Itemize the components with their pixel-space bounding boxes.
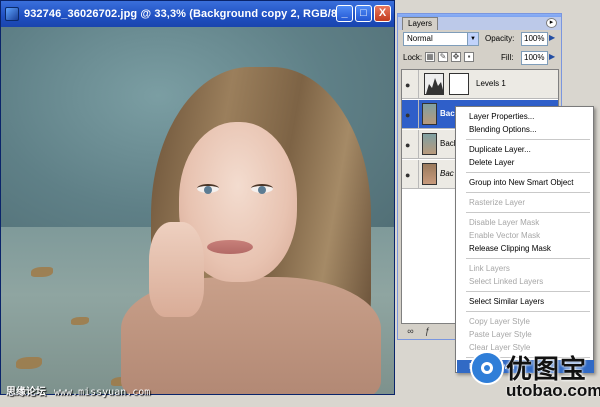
menu-separator xyxy=(466,139,590,140)
blend-mode-select[interactable]: Normal ▼ xyxy=(403,32,479,46)
lock-row: Lock: ▦ ✎ ✥ ▪ Fill: 100% ▶ xyxy=(401,51,559,66)
lock-position-icon[interactable]: ✥ xyxy=(451,52,461,62)
layer-thumbnail xyxy=(422,163,437,185)
lock-all-icon[interactable]: ▪ xyxy=(464,52,474,62)
layer-name: Bac xyxy=(440,109,455,118)
menu-separator xyxy=(466,311,590,312)
menu-item-select-similar-layers[interactable]: Select Similar Layers xyxy=(457,295,594,308)
lock-pixels-icon[interactable]: ✎ xyxy=(438,52,448,62)
screen: 932746_36026702.jpg @ 33,3% (Background … xyxy=(0,0,600,407)
left-watermark-url: www.missyuan.com xyxy=(54,387,151,398)
layer-mask-thumbnail[interactable] xyxy=(449,73,469,95)
opacity-input[interactable]: 100% xyxy=(521,32,548,46)
photo-eye-right xyxy=(251,184,273,194)
menu-separator xyxy=(466,172,590,173)
left-watermark-text: 思缘论坛 xyxy=(6,387,46,398)
window-controls: _ □ X xyxy=(336,5,391,22)
visibility-toggle[interactable]: ● xyxy=(402,100,419,129)
menu-separator xyxy=(466,258,590,259)
tab-layers[interactable]: Layers xyxy=(402,17,439,30)
menu-item-copy-layer-style: Copy Layer Style xyxy=(469,317,530,326)
visibility-toggle[interactable]: ● xyxy=(402,130,419,159)
layer-thumbnail xyxy=(422,103,437,125)
menu-item-blending-options[interactable]: Blending Options... xyxy=(457,123,594,136)
visibility-toggle[interactable]: ● xyxy=(402,70,419,99)
layer-name: Bac xyxy=(440,169,454,178)
fill-input[interactable]: 100% xyxy=(521,51,548,65)
leaf xyxy=(16,357,42,369)
brand-watermark: 优图宝 utobao.com xyxy=(470,347,600,407)
maximize-button[interactable]: □ xyxy=(355,5,372,22)
menu-item-release-clipping-mask[interactable]: Release Clipping Mask xyxy=(457,242,594,255)
menu-separator xyxy=(466,212,590,213)
layer-row-levels[interactable]: ● Levels 1 xyxy=(402,70,558,99)
photoshop-doc-icon xyxy=(5,7,19,21)
blend-row: Normal ▼ Opacity: 100% ▶ xyxy=(401,32,559,47)
close-button[interactable]: X xyxy=(374,5,391,22)
menu-item-link-layers: Link Layers xyxy=(469,264,510,273)
photo-lips xyxy=(207,240,253,254)
document-window: 932746_36026702.jpg @ 33,3% (Background … xyxy=(0,0,395,395)
menu-separator xyxy=(466,291,590,292)
photo-hand xyxy=(149,222,204,317)
menu-item-layer-properties[interactable]: Layer Properties... xyxy=(457,110,594,123)
menu-item-paste-layer-style: Paste Layer Style xyxy=(469,330,532,339)
menu-item-duplicate-layer[interactable]: Duplicate Layer... xyxy=(457,143,594,156)
lock-label: Lock: xyxy=(403,53,423,62)
opacity-label: Opacity: xyxy=(485,34,515,43)
layer-thumbnail xyxy=(422,133,437,155)
layer-style-icon[interactable]: ƒ xyxy=(422,326,433,337)
menu-item-group-smart-object[interactable]: Group into New Smart Object xyxy=(457,176,594,189)
leaf xyxy=(71,317,89,325)
menu-item-enable-vector-mask: Enable Vector Mask xyxy=(469,231,541,240)
levels-adjustment-icon xyxy=(424,73,444,95)
link-layers-icon[interactable]: ∞ xyxy=(405,326,416,337)
fill-slider-arrow-icon[interactable]: ▶ xyxy=(549,52,555,61)
opacity-slider-arrow-icon[interactable]: ▶ xyxy=(549,33,555,42)
photo-eye-left xyxy=(197,184,219,194)
eye-icon: ● xyxy=(405,110,411,120)
menu-separator xyxy=(466,192,590,193)
image-canvas[interactable] xyxy=(1,27,394,394)
panel-menu-icon[interactable]: ▸ xyxy=(546,18,557,28)
eye-icon: ● xyxy=(405,170,411,180)
chevron-down-icon[interactable]: ▼ xyxy=(467,33,478,45)
layer-name: Levels 1 xyxy=(476,79,506,88)
leaf xyxy=(31,267,53,277)
visibility-toggle[interactable]: ● xyxy=(402,160,419,189)
menu-item-select-linked-layers: Select Linked Layers xyxy=(469,277,544,286)
layer-context-menu: Layer Properties... Blending Options... … xyxy=(455,106,594,373)
minimize-button[interactable]: _ xyxy=(336,5,353,22)
eye-icon: ● xyxy=(405,140,411,150)
fill-label: Fill: xyxy=(501,53,514,62)
left-watermark: 思缘论坛 www.missyuan.com xyxy=(6,383,150,398)
brand-logo-icon xyxy=(470,351,504,385)
menu-item-rasterize-layer: Rasterize Layer xyxy=(469,198,526,207)
document-titlebar[interactable]: 932746_36026702.jpg @ 33,3% (Background … xyxy=(1,1,394,27)
blend-mode-value: Normal xyxy=(407,34,433,43)
eye-icon: ● xyxy=(405,80,411,90)
menu-item-delete-layer[interactable]: Delete Layer xyxy=(457,156,594,169)
panel-tab-strip: Layers ▸ xyxy=(398,17,561,30)
menu-item-disable-layer-mask: Disable Layer Mask xyxy=(469,218,540,227)
brand-url: utobao.com xyxy=(506,381,600,400)
lock-transparency-icon[interactable]: ▦ xyxy=(425,52,435,62)
document-title: 932746_36026702.jpg @ 33,3% (Background … xyxy=(24,8,341,20)
